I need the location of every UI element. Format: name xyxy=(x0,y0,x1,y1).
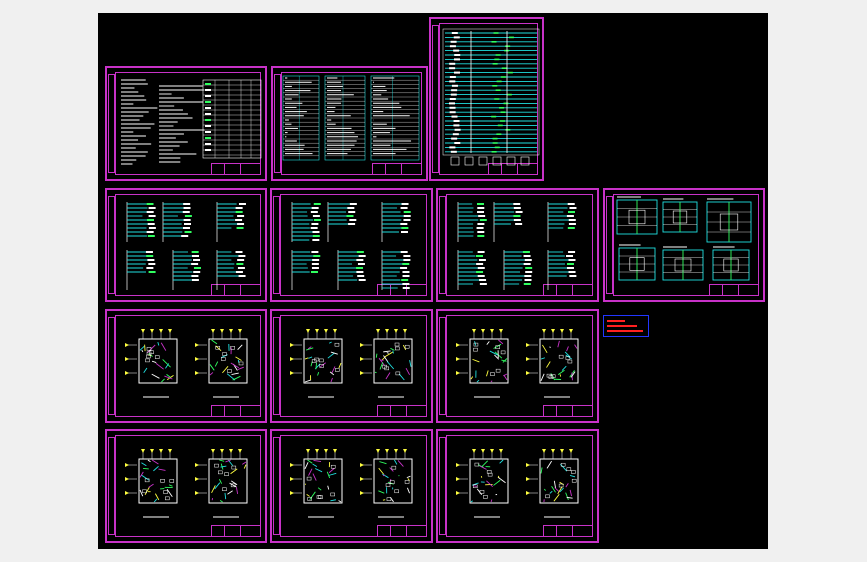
drawing-sheet-floor-plan[interactable] xyxy=(270,309,433,423)
drawing-sheet-floor-plan[interactable] xyxy=(436,429,599,543)
sheet-content xyxy=(125,329,248,398)
note-line xyxy=(607,330,643,332)
drawing-sheet-table[interactable] xyxy=(271,66,428,181)
sheet-content xyxy=(126,202,246,290)
sheet-content xyxy=(291,202,411,290)
note-line xyxy=(607,320,625,322)
drawing-sheet-floor-plan[interactable] xyxy=(105,309,267,423)
drawing-sheet-floor-plan[interactable] xyxy=(436,309,599,423)
drawing-sheet-floor-plan[interactable] xyxy=(105,429,267,543)
drawing-sheet-floor-plan[interactable] xyxy=(270,429,433,543)
sheet-content xyxy=(121,79,262,165)
drawing-sheet-notes[interactable] xyxy=(105,66,267,181)
sheet-content xyxy=(290,329,413,398)
drawing-sheet-schematic[interactable] xyxy=(270,188,433,302)
sheet-content xyxy=(125,449,248,518)
sheet-content xyxy=(616,196,752,281)
sheet-content xyxy=(456,449,579,518)
sheet-content xyxy=(282,75,420,161)
drawing-canvas[interactable] xyxy=(98,13,768,549)
sheet-content xyxy=(456,329,579,398)
note-line xyxy=(607,325,637,327)
sheet-content xyxy=(290,449,413,518)
drawing-sheet-schematic[interactable] xyxy=(436,188,599,302)
sheet-content xyxy=(457,202,577,290)
legend-note-box[interactable] xyxy=(603,315,649,337)
drawing-sheet-schematic[interactable] xyxy=(105,188,267,302)
drawing-sheet-riser[interactable] xyxy=(429,17,544,181)
sheet-content xyxy=(442,28,540,166)
drawing-sheet-details[interactable] xyxy=(603,188,765,302)
